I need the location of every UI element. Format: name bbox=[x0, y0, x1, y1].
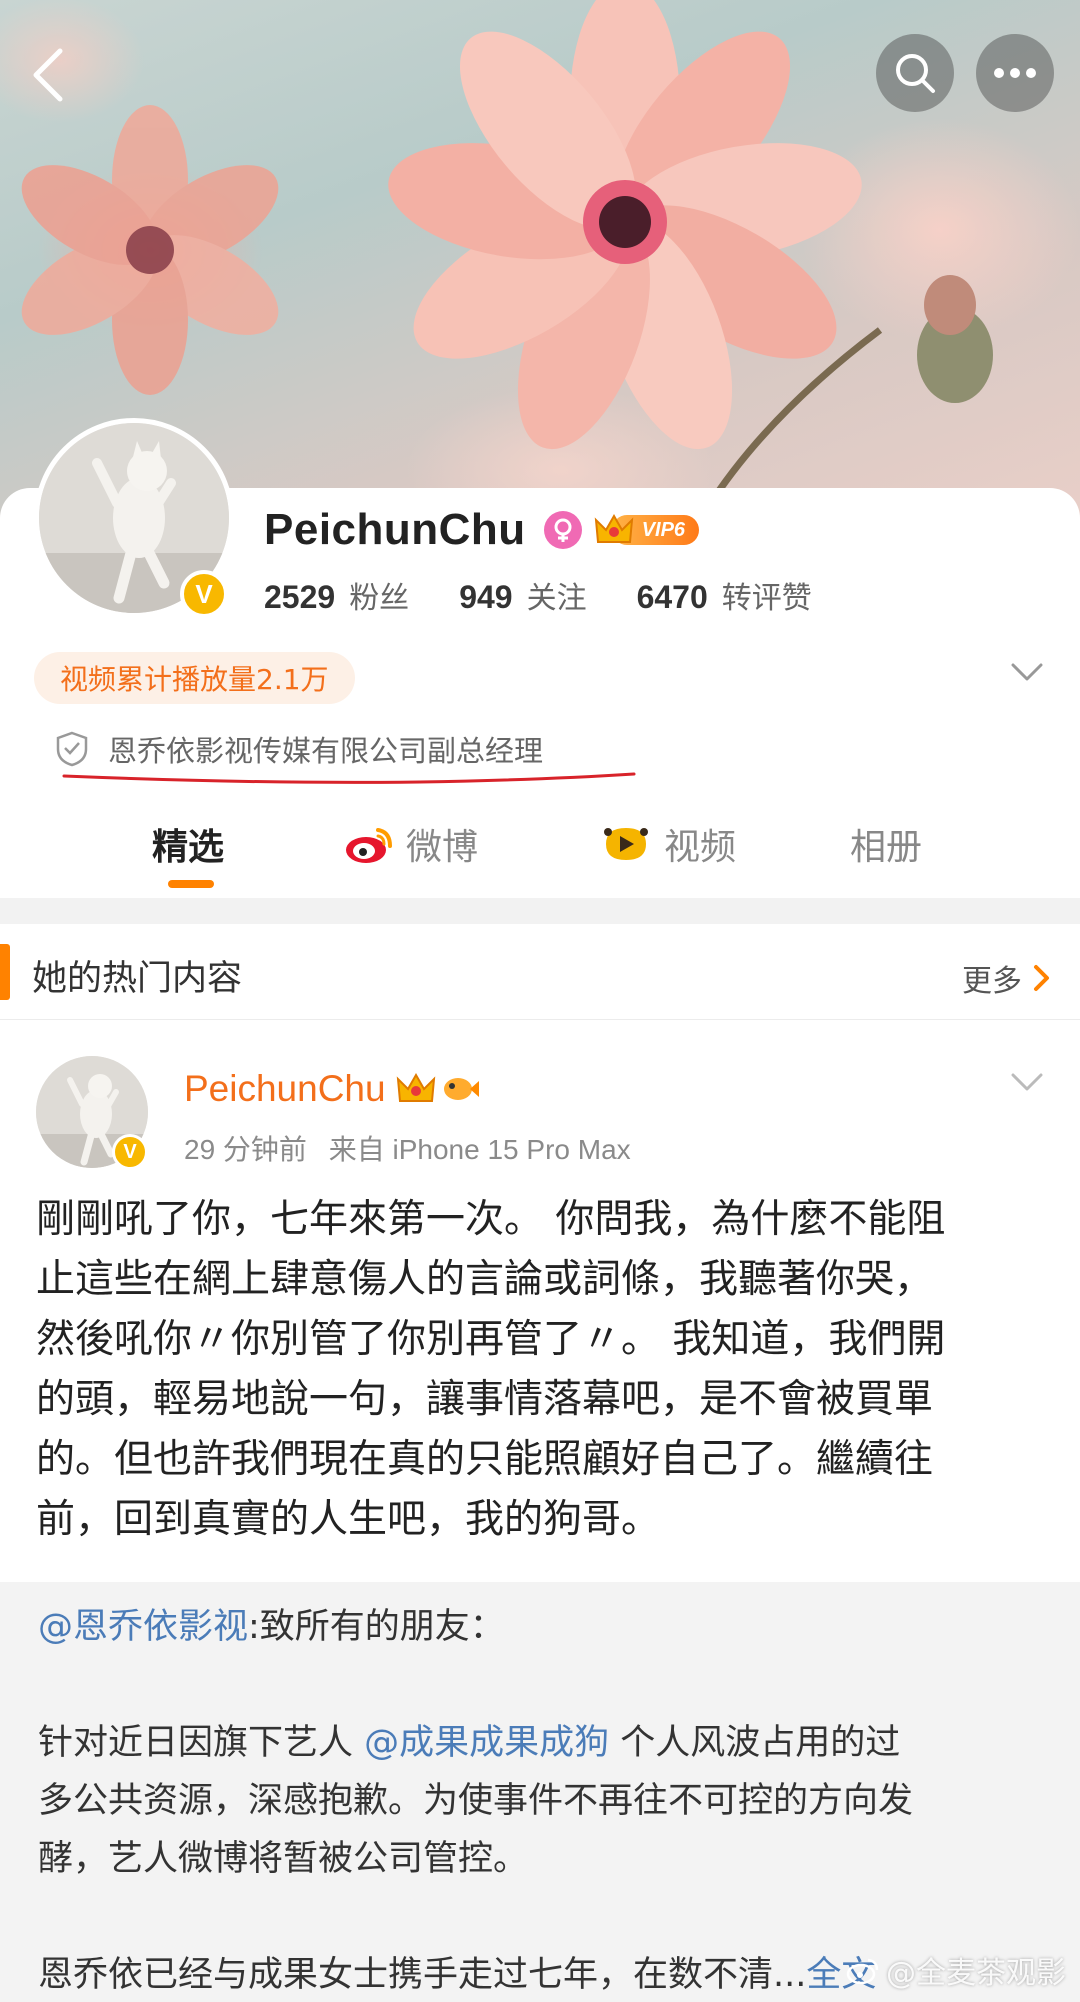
tab-label: 精选 bbox=[152, 827, 225, 868]
active-tab-indicator bbox=[168, 880, 214, 888]
tab-label: 视频 bbox=[664, 827, 737, 868]
post-line: 的。但也許我們現在真的只能照顧好自己了。繼續往 bbox=[36, 1437, 934, 1482]
tab-label: 相册 bbox=[850, 827, 923, 868]
profile-tabs: 精选 微博 视频 相册 bbox=[0, 808, 1080, 898]
stat-following[interactable]: 949 关注 bbox=[459, 573, 586, 617]
vip-badge[interactable]: VIP6 bbox=[594, 510, 700, 550]
tab-weibo[interactable]: 微博 bbox=[344, 808, 478, 880]
more-horizontal-icon bbox=[994, 68, 1036, 78]
crown-icon bbox=[594, 513, 633, 543]
hot-content-header: 她的热门内容 更多 bbox=[0, 924, 1080, 1020]
mention-link[interactable]: @成果成果成狗 bbox=[364, 1723, 609, 1763]
stat-interactions[interactable]: 6470 转评赞 bbox=[637, 573, 812, 617]
stat-value: 6470 bbox=[636, 579, 708, 615]
more-button[interactable] bbox=[976, 34, 1054, 112]
stat-value: 2529 bbox=[264, 579, 336, 615]
tab-video[interactable]: 视频 bbox=[600, 808, 736, 880]
repost-line: 多公共资源，深感抱歉。为使事件不再往不可控的方向发 bbox=[38, 1781, 914, 1821]
company-certification: 恩乔依影视传媒有限公司副总经理 bbox=[56, 728, 543, 770]
search-icon bbox=[896, 54, 935, 93]
company-title: 恩乔依影视传媒有限公司副总经理 bbox=[108, 734, 544, 768]
stat-value: 949 bbox=[459, 579, 513, 615]
tab-album[interactable]: 相册 bbox=[850, 808, 922, 880]
profile-name-row: PeichunChu VIP6 bbox=[264, 505, 700, 555]
chevron-left-icon bbox=[33, 48, 63, 102]
stat-label: 粉丝 bbox=[349, 581, 410, 616]
post-meta: 29 分钟前 来自 iPhone 15 Pro Max bbox=[184, 1128, 631, 1168]
search-button[interactable] bbox=[876, 34, 954, 112]
female-gender-icon bbox=[543, 511, 582, 549]
video-views-pill[interactable]: 视频累计播放量2.1万 bbox=[34, 652, 355, 704]
verified-badge: V bbox=[112, 1134, 148, 1170]
reposted-content[interactable]: @恩乔依影视:致所有的朋友： 针对近日因旗下艺人 @成果成果成狗 个人风波占用的… bbox=[0, 1582, 1080, 2002]
hot-content-title: 她的热门内容 bbox=[32, 959, 243, 999]
tab-featured[interactable]: 精选 bbox=[152, 808, 224, 880]
red-underline-annotation bbox=[62, 772, 636, 784]
repost-text: 个人风波占用的过 bbox=[609, 1723, 901, 1763]
more-link[interactable]: 更多 bbox=[962, 956, 1052, 1000]
stat-followers[interactable]: 2529 粉丝 bbox=[264, 573, 409, 617]
stat-label: 关注 bbox=[526, 581, 587, 616]
post-line: 前，回到真實的人生吧，我的狗哥。 bbox=[36, 1497, 661, 1542]
post-time: 29 分钟前 bbox=[184, 1134, 307, 1165]
profile-stats: 2529 粉丝 949 关注 6470 转评赞 bbox=[264, 573, 862, 617]
section-divider bbox=[0, 898, 1080, 924]
tab-label: 微博 bbox=[406, 827, 479, 868]
weibo-icon bbox=[346, 828, 392, 863]
section-accent-bar bbox=[0, 944, 10, 1000]
repost-line: 针对近日因旗下艺人 @成果成果成狗 个人风波占用的过 bbox=[38, 1714, 1042, 1772]
chevron-right-icon bbox=[1034, 965, 1049, 991]
chevron-down-icon[interactable] bbox=[1010, 1072, 1044, 1092]
crown-icon bbox=[396, 1072, 435, 1102]
chevron-down-icon[interactable] bbox=[1010, 662, 1044, 682]
watermark-text: @全麦茶观影 bbox=[886, 1956, 1066, 1991]
post-source: 来自 iPhone 15 Pro Max bbox=[328, 1134, 631, 1165]
repost-text: :致所有的朋友： bbox=[248, 1607, 505, 1647]
mention-link[interactable]: @恩乔依影视 bbox=[38, 1607, 248, 1647]
stat-label: 转评赞 bbox=[721, 581, 812, 616]
post-author-row: PeichunChu bbox=[184, 1068, 480, 1110]
repost-text: 恩乔依已经与成果女士携手走过七年，在数不清... bbox=[38, 1955, 807, 1995]
post-author-name[interactable]: PeichunChu bbox=[184, 1068, 386, 1110]
post-line: 剛剛吼了你，七年來第一次。 你問我，為什麼不能阻 bbox=[36, 1197, 946, 1242]
verified-badge: V bbox=[180, 570, 228, 618]
repost-line: 酵，艺人微博将暂被公司管控。 bbox=[38, 1839, 529, 1879]
post-line: 的頭，輕易地說一句，讓事情落幕吧，是不會被買單 bbox=[36, 1377, 934, 1422]
shield-icon bbox=[56, 731, 88, 767]
video-icon bbox=[604, 828, 648, 860]
back-button[interactable] bbox=[18, 40, 78, 110]
repost-line: @恩乔依影视:致所有的朋友： bbox=[38, 1598, 1042, 1656]
post-body: 剛剛吼了你，七年來第一次。 你問我，為什麼不能阻 止這些在網上肆意傷人的言論或詞… bbox=[36, 1190, 1048, 1550]
post-line: 然後吼你〃你別管了你別再管了〃。 我知道，我們開 bbox=[36, 1317, 946, 1362]
watermark: @全麦茶观影 bbox=[846, 1948, 1066, 1992]
more-label: 更多 bbox=[962, 964, 1022, 999]
weibo-icon bbox=[846, 1958, 879, 1984]
post-line: 止這些在網上肆意傷人的言論或詞條，我聽著你哭， bbox=[36, 1257, 934, 1302]
profile-name: PeichunChu bbox=[264, 505, 526, 554]
repost-text: 针对近日因旗下艺人 bbox=[38, 1723, 365, 1763]
fish-badge-icon bbox=[443, 1078, 479, 1100]
